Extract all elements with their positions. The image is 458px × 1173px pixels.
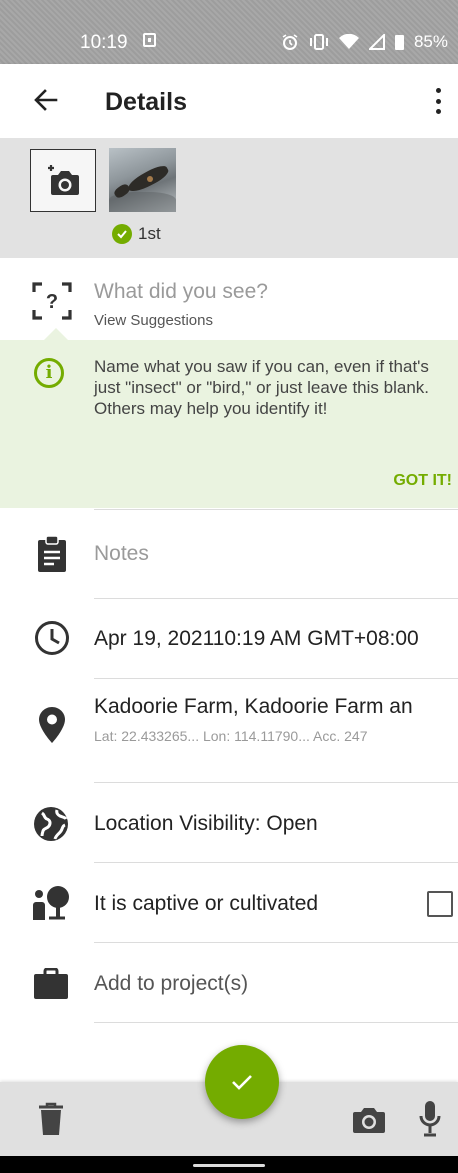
divider xyxy=(94,678,458,679)
microphone-icon[interactable] xyxy=(418,1100,442,1138)
divider xyxy=(94,598,458,599)
location-visibility[interactable]: Location Visibility: Open xyxy=(94,812,318,836)
check-circle-icon xyxy=(112,224,132,244)
view-suggestions-link[interactable]: View Suggestions xyxy=(94,312,213,329)
identification-tip: i Name what you saw if you can, even if … xyxy=(0,340,458,508)
add-photo-button[interactable] xyxy=(30,149,96,212)
save-observation-button[interactable] xyxy=(205,1045,279,1119)
notes-clipboard-icon xyxy=(38,535,66,572)
captive-checkbox[interactable] xyxy=(427,891,453,917)
observation-date[interactable]: Apr 19, 202110:19 AM GMT+08:00 xyxy=(94,627,456,651)
divider xyxy=(94,942,458,943)
alarm-icon xyxy=(282,34,298,50)
camera-icon[interactable] xyxy=(352,1106,386,1134)
captive-plant-icon xyxy=(33,886,69,920)
divider xyxy=(94,1022,458,1023)
back-arrow-icon[interactable] xyxy=(30,84,62,116)
globe-icon xyxy=(34,807,68,841)
status-time: 10:19 xyxy=(80,32,128,53)
status-bar: 10:19 85% xyxy=(0,0,458,64)
location-pin-icon xyxy=(39,707,65,743)
battery-percent: 85% xyxy=(413,32,448,51)
divider xyxy=(94,862,458,863)
briefcase-icon xyxy=(34,968,68,999)
app-bar: Details xyxy=(0,64,458,138)
notes-input[interactable]: Notes xyxy=(94,542,149,566)
add-camera-icon xyxy=(48,165,79,195)
wifi-icon xyxy=(338,34,359,49)
vibrate-icon xyxy=(309,34,328,50)
first-photo-label: 1st xyxy=(138,224,161,243)
photo-strip: 1st xyxy=(0,138,458,258)
tip-text: Name what you saw if you can, even if th… xyxy=(94,357,430,418)
more-options-icon[interactable] xyxy=(434,88,442,114)
location-name[interactable]: Kadoorie Farm, Kadoorie Farm an xyxy=(94,695,456,719)
clock-icon xyxy=(35,621,69,655)
captive-label: It is captive or cultivated xyxy=(94,892,319,915)
home-gesture-handle[interactable] xyxy=(193,1164,265,1167)
battery-icon xyxy=(394,34,404,50)
divider xyxy=(94,782,458,783)
delete-trash-icon[interactable] xyxy=(38,1102,64,1136)
divider xyxy=(94,509,458,510)
info-icon: i xyxy=(34,358,64,388)
location-coordinates: Lat: 22.433265... Lon: 114.11790... Acc.… xyxy=(94,728,368,744)
checkmark-icon xyxy=(232,1075,252,1090)
first-photo-badge: 1st xyxy=(112,224,161,244)
page-title: Details xyxy=(105,88,187,116)
svg-text:?: ? xyxy=(46,291,58,313)
identification-row[interactable]: ? What did you see? View Suggestions xyxy=(0,258,458,340)
observation-photo-thumbnail[interactable] xyxy=(109,148,176,212)
system-navigation-bar xyxy=(0,1156,458,1173)
signal-icon xyxy=(368,34,385,50)
unknown-species-icon: ? xyxy=(32,282,72,320)
download-icon xyxy=(143,33,156,47)
got-it-button[interactable]: GOT IT! xyxy=(393,472,452,490)
status-icons: 85% xyxy=(281,32,448,52)
add-projects-input[interactable]: Add to project(s) xyxy=(94,972,248,996)
tip-pointer xyxy=(44,328,68,340)
species-name-input[interactable]: What did you see? xyxy=(94,280,268,304)
